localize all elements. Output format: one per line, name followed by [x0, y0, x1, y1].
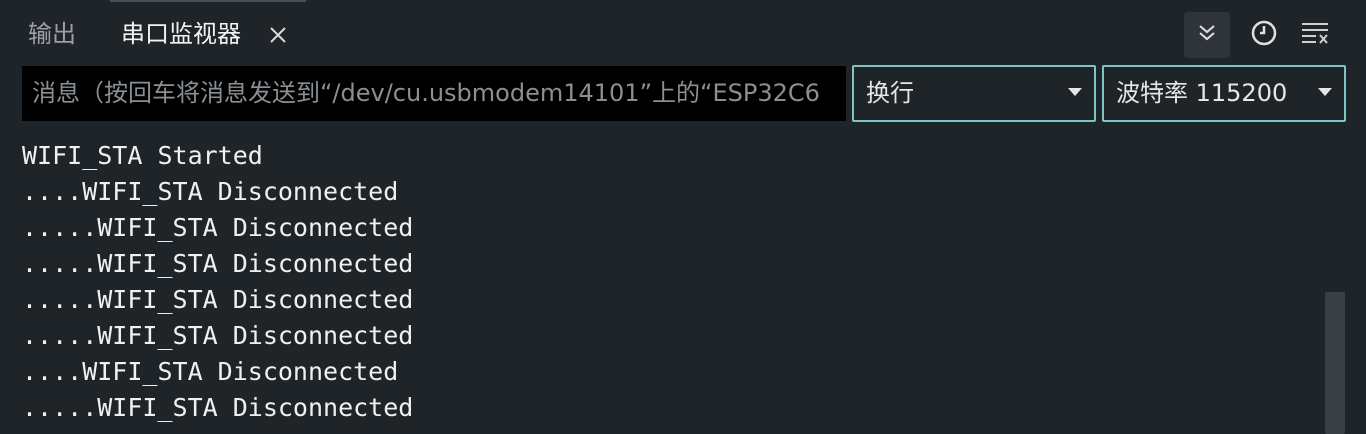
tab-output[interactable]: 输出 — [28, 18, 76, 50]
output-scrollbar[interactable] — [1325, 292, 1345, 434]
close-icon[interactable] — [266, 23, 290, 47]
output-line: .....WIFI_STA Disconnected — [22, 321, 414, 350]
tab-serial-monitor[interactable]: 串口监视器 — [121, 18, 241, 50]
output-line: .....WIFI_STA Disconnected — [22, 285, 414, 314]
tab-bar: 输出 串口监视器 — [0, 0, 1366, 64]
double-chevron-down-icon — [1196, 22, 1218, 48]
output-line: .....WIFI_STA Disconnected — [22, 393, 414, 422]
baud-rate-value: 波特率 115200 — [1116, 79, 1288, 107]
serial-monitor-panel: 输出 串口监视器 消息（按回车将消息发送到“/dev/cu.usbmodem14… — [0, 0, 1366, 434]
toggle-timestamp-button[interactable] — [1241, 12, 1287, 58]
chevron-down-icon — [1318, 88, 1332, 96]
baud-rate-select[interactable]: 波特率 115200 — [1102, 65, 1346, 122]
output-line: .....WIFI_STA Disconnected — [22, 213, 414, 242]
serial-output[interactable]: WIFI_STA Started ....WIFI_STA Disconnect… — [12, 128, 1324, 434]
autoscroll-button[interactable] — [1184, 12, 1230, 58]
line-ending-value: 换行 — [866, 79, 914, 107]
output-line: ....WIFI_STA Disconnected — [22, 357, 399, 386]
clear-output-icon — [1300, 20, 1330, 50]
clear-output-button[interactable] — [1292, 12, 1338, 58]
line-ending-select[interactable]: 换行 — [852, 65, 1096, 122]
output-line: WIFI_STA Started — [22, 141, 263, 170]
output-line: .....WIFI_STA Disconnected — [22, 249, 414, 278]
clock-icon — [1250, 19, 1278, 51]
message-input[interactable]: 消息（按回车将消息发送到“/dev/cu.usbmodem14101”上的“ES… — [22, 66, 846, 121]
output-line: ....WIFI_STA Disconnected — [22, 177, 399, 206]
active-tab-indicator — [110, 0, 306, 2]
chevron-down-icon — [1068, 88, 1082, 96]
